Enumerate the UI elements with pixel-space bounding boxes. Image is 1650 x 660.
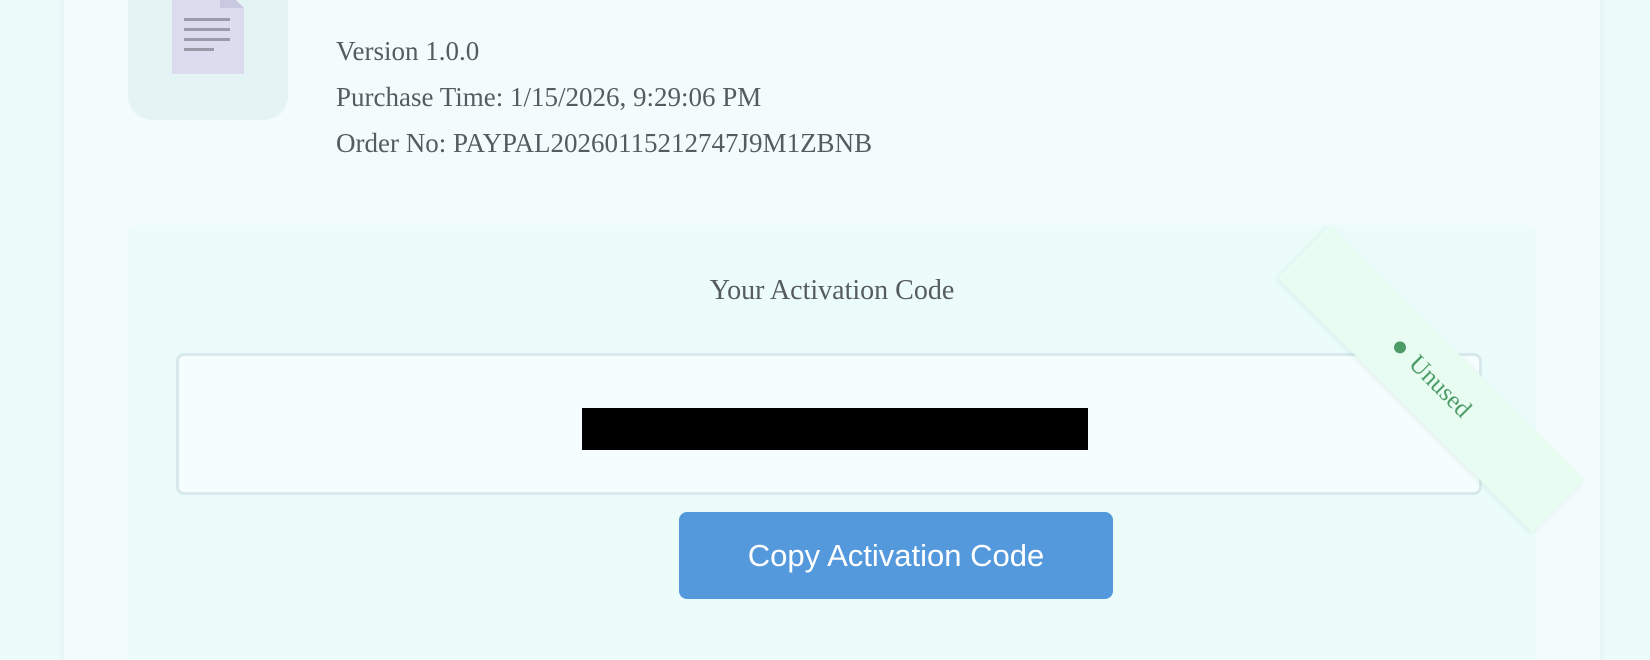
- activation-code-box[interactable]: [176, 353, 1482, 495]
- status-dot-icon: [1391, 338, 1409, 356]
- version-text: Version 1.0.0: [336, 36, 480, 66]
- copy-activation-code-button[interactable]: Copy Activation Code: [679, 512, 1113, 599]
- redacted-activation-code[interactable]: [582, 408, 1088, 450]
- product-icon-box: [128, 0, 288, 120]
- status-label: Unused: [1403, 350, 1477, 424]
- product-info: Version 1.0.0 Purchase Time: 1/15/2026, …: [336, 28, 872, 166]
- order-number-text: Order No: PAYPAL20260115212747J9M1ZBNB: [336, 128, 873, 158]
- purchase-time-text: Purchase Time: 1/15/2026, 9:29:06 PM: [336, 82, 762, 112]
- license-card: Version 1.0.0 Purchase Time: 1/15/2026, …: [64, 0, 1600, 660]
- document-icon: [172, 0, 244, 74]
